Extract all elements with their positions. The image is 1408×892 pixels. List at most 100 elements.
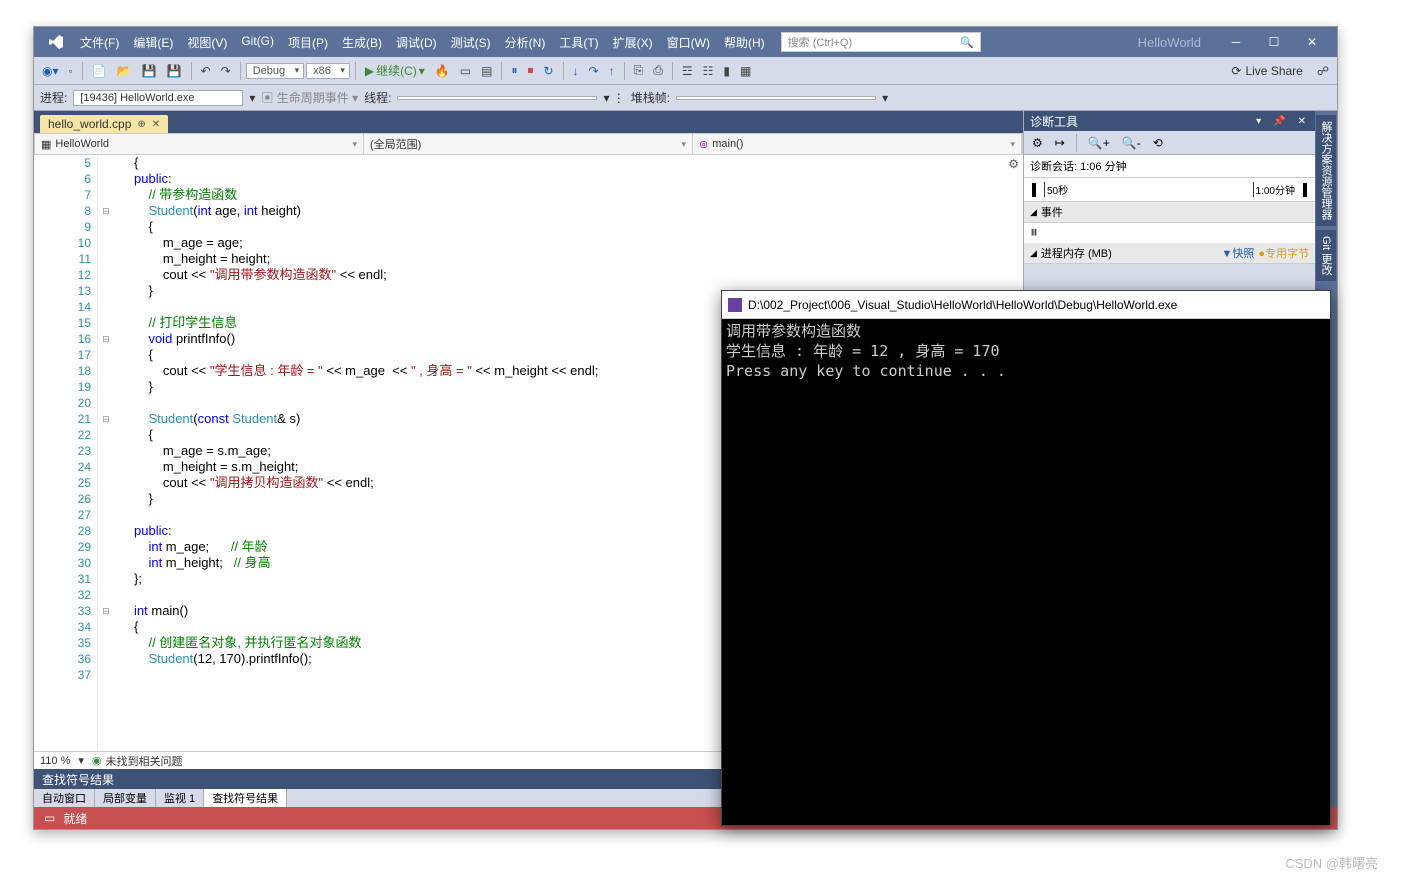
panel-tab[interactable]: 自动窗口 (34, 789, 95, 807)
diag-reset-icon[interactable]: ⟲ (1149, 134, 1167, 152)
stack-combo[interactable] (676, 96, 876, 100)
nav-scope-combo[interactable]: (全局范围) (364, 134, 693, 154)
vs-logo-icon (46, 32, 66, 52)
menu-item[interactable]: 项目(P) (282, 30, 334, 55)
menu-item[interactable]: 分析(N) (499, 30, 552, 55)
fold-toggle (98, 235, 114, 251)
menu-item[interactable]: 窗口(W) (661, 30, 716, 55)
thread-combo[interactable] (397, 96, 597, 100)
diag-timeline[interactable]: 50秒 1:00分钟 (1024, 178, 1315, 202)
search-placeholder: 搜索 (Ctrl+Q) (788, 34, 852, 50)
open-button[interactable]: 📂 (113, 62, 136, 80)
menu-item[interactable]: 调试(D) (390, 30, 443, 55)
tool-icon-3[interactable]: ☲ (678, 62, 697, 80)
console-window[interactable]: D:\002_Project\006_Visual_Studio\HelloWo… (721, 290, 1331, 826)
fold-toggle[interactable]: ⊟ (98, 331, 114, 347)
minimize-button[interactable]: ─ (1221, 30, 1251, 54)
continue-button[interactable]: ▶ 继续(C) ▾ (361, 60, 429, 81)
pin-icon[interactable]: ⊕ (137, 119, 145, 130)
fold-toggle[interactable]: ⊟ (98, 603, 114, 619)
browser-icon[interactable]: ▭ (456, 62, 475, 80)
feedback-icon[interactable]: ☍ (1313, 62, 1333, 80)
fold-toggle (98, 155, 114, 171)
menu-item[interactable]: 扩展(X) (607, 30, 659, 55)
config-combo[interactable]: Debug (246, 63, 304, 79)
new-file-button[interactable]: 📄 (88, 62, 111, 80)
fold-toggle (98, 571, 114, 587)
diag-dropdown-icon[interactable]: ▾ (1253, 116, 1264, 127)
app-title: HelloWorld (1126, 35, 1213, 50)
diag-events-section[interactable]: ◢事件 (1024, 202, 1315, 223)
diag-memory-section[interactable]: ◢进程内存 (MB) ▼快照 ●专用字节 (1024, 243, 1315, 264)
panel-tab[interactable]: 局部变量 (95, 789, 156, 807)
redo-button[interactable]: ↷ (217, 62, 235, 80)
console-body: 调用带参数构造函数 学生信息 : 年龄 = 12 , 身高 = 170 Pres… (722, 319, 1330, 825)
process-combo[interactable]: [19436] HelloWorld.exe (73, 90, 243, 106)
close-button[interactable]: ✕ (1297, 30, 1327, 54)
script-icon[interactable]: ▤ (477, 62, 496, 80)
menu-item[interactable]: 工具(T) (553, 30, 604, 55)
fold-toggle (98, 651, 114, 667)
nav-func-combo[interactable]: ⊚main() (693, 134, 1022, 154)
console-icon (728, 298, 742, 312)
save-all-button[interactable]: 💾 (163, 62, 186, 80)
nav-project-combo[interactable]: ▦HelloWorld (35, 134, 364, 154)
menu-item[interactable]: 测试(S) (445, 30, 497, 55)
pause-button[interactable]: ⏸ (507, 61, 521, 80)
diag-toolbar: ⚙ ↦ 🔍+ 🔍- ⟲ (1024, 131, 1315, 155)
menu-bar: 文件(F)编辑(E)视图(V)Git(G)项目(P)生成(B)调试(D)测试(S… (74, 30, 771, 55)
menu-item[interactable]: 生成(B) (336, 30, 388, 55)
menu-item[interactable]: 文件(F) (74, 30, 125, 55)
status-icon: ▭ (44, 811, 55, 825)
diag-session: 诊断会话: 1:06 分钟 (1024, 155, 1315, 178)
stop-button[interactable]: ⏹ (523, 61, 537, 80)
fold-toggle (98, 219, 114, 235)
step-over-button[interactable]: ↷ (585, 62, 603, 80)
menu-item[interactable]: 编辑(E) (127, 30, 179, 55)
live-share-button[interactable]: ⟳ Live Share (1223, 62, 1310, 80)
diag-close-icon[interactable]: ✕ (1295, 116, 1309, 127)
rail-solution-explorer[interactable]: 解决方案资源管理器 (1316, 115, 1336, 226)
search-input[interactable]: 搜索 (Ctrl+Q) 🔍 (781, 32, 981, 52)
fold-toggle[interactable]: ⊟ (98, 411, 114, 427)
diag-zoomout-icon[interactable]: 🔍- (1118, 134, 1145, 152)
step-into-button[interactable]: ↓ (569, 62, 583, 80)
fold-toggle (98, 587, 114, 603)
tool-icon-4[interactable]: ☷ (699, 62, 718, 80)
restart-button[interactable]: ↻ (539, 62, 557, 80)
panel-tab[interactable]: 监视 1 (156, 789, 204, 807)
menu-item[interactable]: Git(G) (235, 30, 280, 55)
tool-icon-5[interactable]: ▮ (719, 62, 734, 80)
zoom-level[interactable]: 110 % (40, 755, 70, 767)
nav-fwd-button[interactable]: ◦ (65, 62, 77, 80)
fold-toggle (98, 635, 114, 651)
maximize-button[interactable]: ☐ (1259, 30, 1289, 54)
nav-back-button[interactable]: ◉▾ (38, 62, 63, 80)
file-tab[interactable]: hello_world.cpp ⊕ ✕ (40, 115, 168, 133)
platform-combo[interactable]: x86 (306, 63, 350, 79)
tool-icon-1[interactable]: ⎘ (630, 61, 648, 80)
panel-tab[interactable]: 查找符号结果 (204, 789, 287, 807)
diag-zoomin-icon[interactable]: 🔍+ (1084, 134, 1114, 152)
fold-toggle (98, 171, 114, 187)
rail-git-changes[interactable]: Git 更改 (1316, 230, 1336, 281)
hot-reload-icon[interactable]: 🔥 (431, 62, 454, 80)
diag-exit-icon[interactable]: ↦ (1051, 134, 1069, 152)
menu-item[interactable]: 视图(V) (181, 30, 233, 55)
diag-gear-icon[interactable]: ⚙ (1028, 134, 1047, 152)
menu-item[interactable]: 帮助(H) (718, 30, 771, 55)
settings-icon[interactable]: ⚙ (1008, 157, 1019, 171)
save-button[interactable]: 💾 (138, 62, 161, 80)
fold-toggle[interactable]: ⊟ (98, 203, 114, 219)
close-tab-icon[interactable]: ✕ (152, 119, 160, 130)
tab-strip: hello_world.cpp ⊕ ✕ (34, 111, 1023, 133)
fold-toggle (98, 475, 114, 491)
diag-pin-icon[interactable]: 📌 (1270, 116, 1288, 127)
issues-indicator[interactable]: ◉未找到相关问题 (92, 753, 183, 769)
tool-icon-6[interactable]: ▦ (736, 62, 755, 80)
tool-icon-2[interactable]: ⎙ (649, 61, 667, 80)
undo-button[interactable]: ↶ (197, 62, 215, 80)
timeline-mark-1: 1:00分钟 (1253, 182, 1295, 197)
console-title-bar[interactable]: D:\002_Project\006_Visual_Studio\HelloWo… (722, 291, 1330, 319)
step-out-button[interactable]: ↑ (605, 62, 619, 80)
